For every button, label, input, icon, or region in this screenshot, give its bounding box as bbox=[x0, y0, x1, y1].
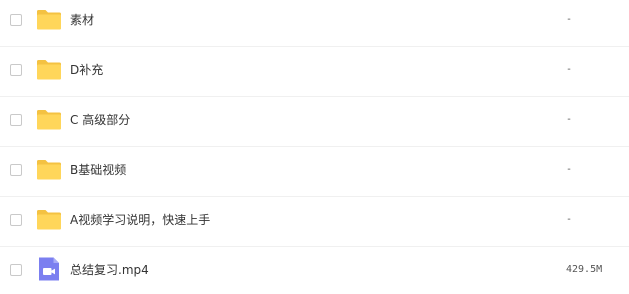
file-name[interactable]: C 高级部分 bbox=[70, 112, 130, 128]
folder-icon bbox=[36, 56, 62, 82]
row-checkbox[interactable] bbox=[10, 164, 22, 176]
video-file-icon bbox=[36, 256, 62, 282]
file-name[interactable]: 素材 bbox=[70, 12, 94, 28]
row-checkbox[interactable] bbox=[10, 114, 22, 126]
file-row-folder-c[interactable]: C 高级部分 - bbox=[0, 97, 629, 147]
file-size: - bbox=[566, 214, 573, 225]
row-checkbox[interactable] bbox=[10, 264, 22, 276]
folder-icon bbox=[36, 156, 62, 182]
file-size: - bbox=[566, 114, 573, 125]
folder-icon bbox=[36, 6, 62, 32]
file-size: - bbox=[566, 164, 573, 175]
file-row-folder-d[interactable]: D补充 - bbox=[0, 47, 629, 97]
file-name[interactable]: B基础视频 bbox=[70, 162, 126, 178]
folder-icon bbox=[36, 206, 62, 232]
file-row-folder-a[interactable]: A视频学习说明，快速上手 - bbox=[0, 197, 629, 247]
file-row-folder-sucai[interactable]: 素材 - bbox=[0, 0, 629, 47]
file-name[interactable]: A视频学习说明，快速上手 bbox=[70, 212, 210, 228]
row-checkbox[interactable] bbox=[10, 64, 22, 76]
folder-icon bbox=[36, 106, 62, 132]
row-checkbox[interactable] bbox=[10, 214, 22, 226]
file-row-folder-b[interactable]: B基础视频 - bbox=[0, 147, 629, 197]
file-list: 素材 - D补充 - C 高级部分 - B基础视频 - A视频学习说明，快速上手… bbox=[0, 0, 629, 291]
row-checkbox[interactable] bbox=[10, 14, 22, 26]
file-size: 429.5M bbox=[566, 264, 603, 275]
file-name[interactable]: 总结复习.mp4 bbox=[70, 262, 149, 278]
file-name[interactable]: D补充 bbox=[70, 62, 103, 78]
file-row-video[interactable]: 总结复习.mp4 429.5M bbox=[0, 247, 629, 294]
file-size: - bbox=[566, 64, 573, 75]
file-size: - bbox=[566, 14, 573, 25]
